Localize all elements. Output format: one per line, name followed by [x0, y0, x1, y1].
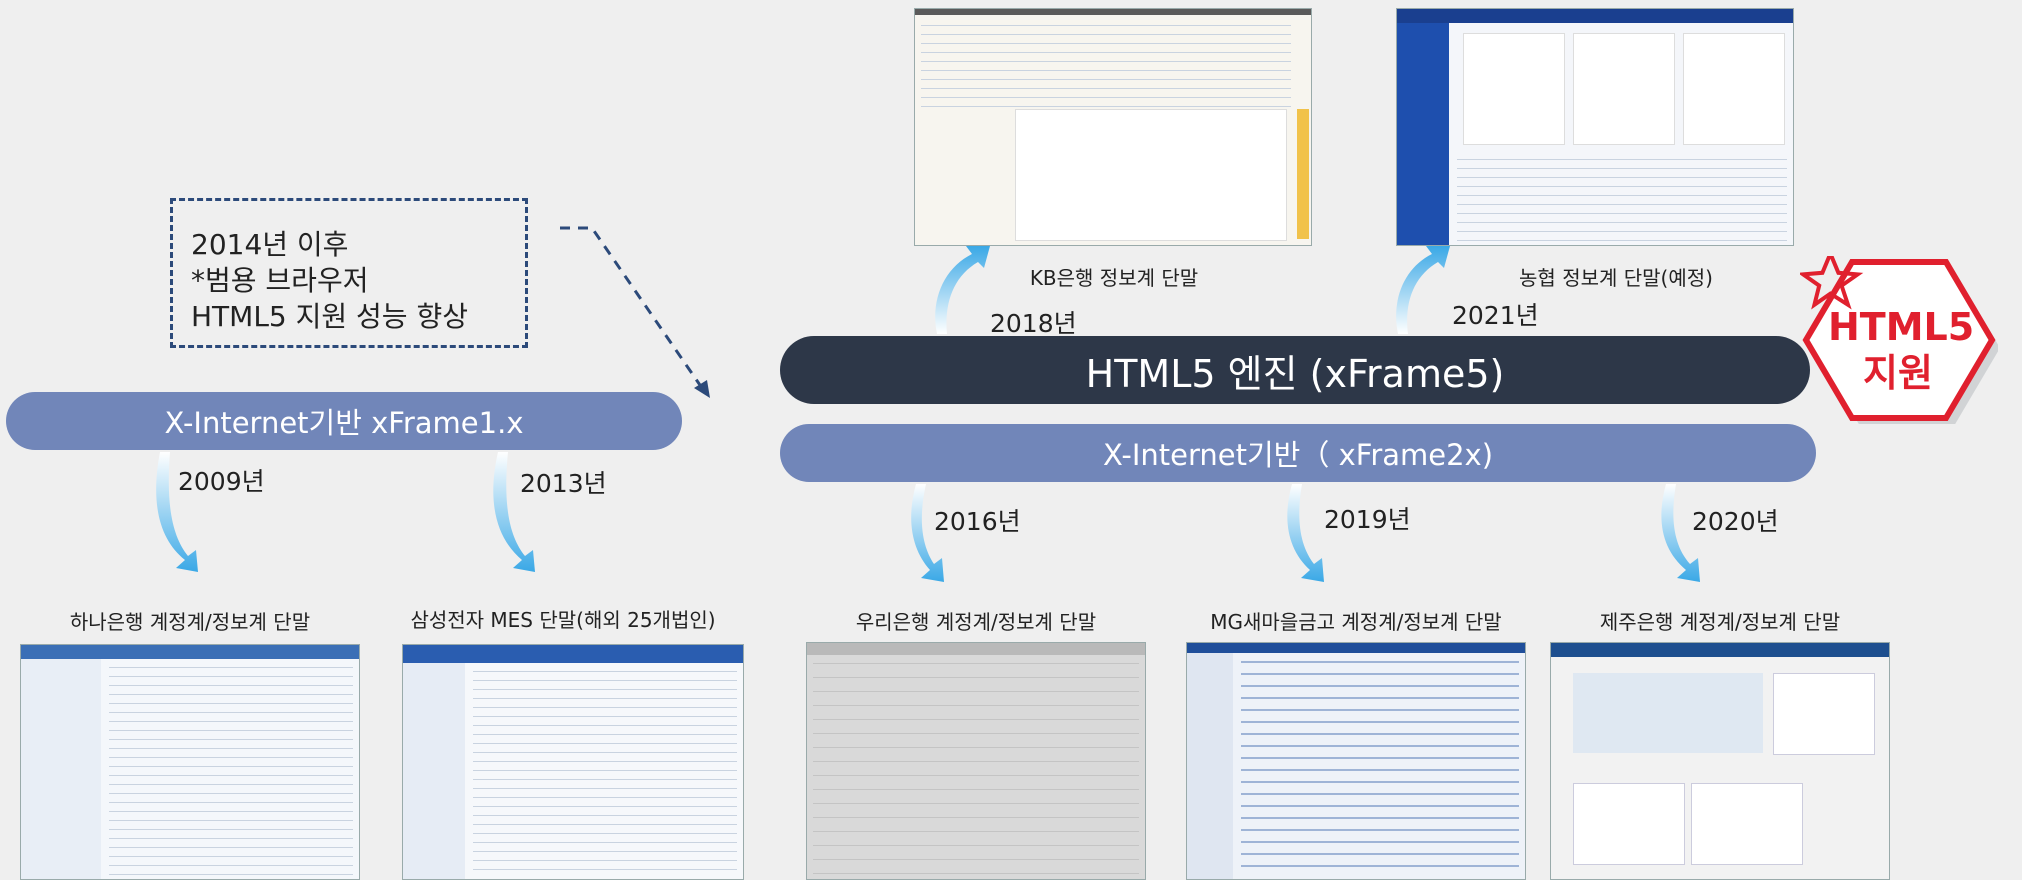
caption-jeju: 제주은행 계정계/정보계 단말 [1599, 610, 1841, 634]
xframe1-bar: X-Internet기반 xFrame1.x [6, 392, 682, 450]
caption-kb: KB은행 정보계 단말 [1029, 266, 1199, 290]
badge-line-1: HTML5 [1828, 305, 1975, 349]
note-line-2: *범용 브라우저 [191, 264, 369, 297]
screenshot-woori [806, 642, 1146, 880]
dashed-connector [560, 226, 704, 389]
year-2020: 2020년 [1692, 507, 1779, 536]
caption-samsung: 삼성전자 MES 단말(해외 25개법인) [410, 608, 716, 632]
caption-mg: MG새마을금고 계정계/정보계 단말 [1210, 610, 1502, 634]
screenshot-nh [1396, 8, 1794, 246]
note-box: 2014년 이후 *범용 브라우저 HTML5 지원 성능 향상 [170, 198, 528, 348]
arrow-2019 [1287, 484, 1324, 582]
screenshot-kb [914, 8, 1312, 246]
badge-text: HTML5 지원 [1828, 304, 1975, 396]
caption-nh: 농협 정보계 단말(예정) [1519, 266, 1713, 290]
year-2019: 2019년 [1324, 505, 1411, 534]
year-2009: 2009년 [178, 467, 265, 496]
year-2021: 2021년 [1452, 301, 1539, 330]
caption-hana: 하나은행 계정계/정보계 단말 [69, 610, 311, 634]
note-line-1: 2014년 이후 [191, 228, 349, 261]
screenshot-jeju [1550, 642, 1890, 880]
html5-engine-bar: HTML5 엔진 (xFrame5) [780, 336, 1810, 404]
year-2013: 2013년 [520, 469, 607, 498]
screenshot-hana [20, 644, 360, 880]
badge-line-2: 지원 [1863, 351, 1933, 395]
caption-woori: 우리은행 계정계/정보계 단말 [855, 610, 1097, 634]
year-2016: 2016년 [934, 507, 1021, 536]
dashed-connector-head [694, 380, 710, 398]
screenshot-samsung [402, 644, 744, 880]
jeju-banner [1573, 673, 1763, 753]
note-line-3: HTML5 지원 성능 향상 [191, 300, 468, 333]
xframe2-bar: X-Internet기반（ xFrame2x) [780, 424, 1816, 482]
screenshot-mg [1186, 642, 1526, 880]
year-2018: 2018년 [990, 309, 1077, 338]
